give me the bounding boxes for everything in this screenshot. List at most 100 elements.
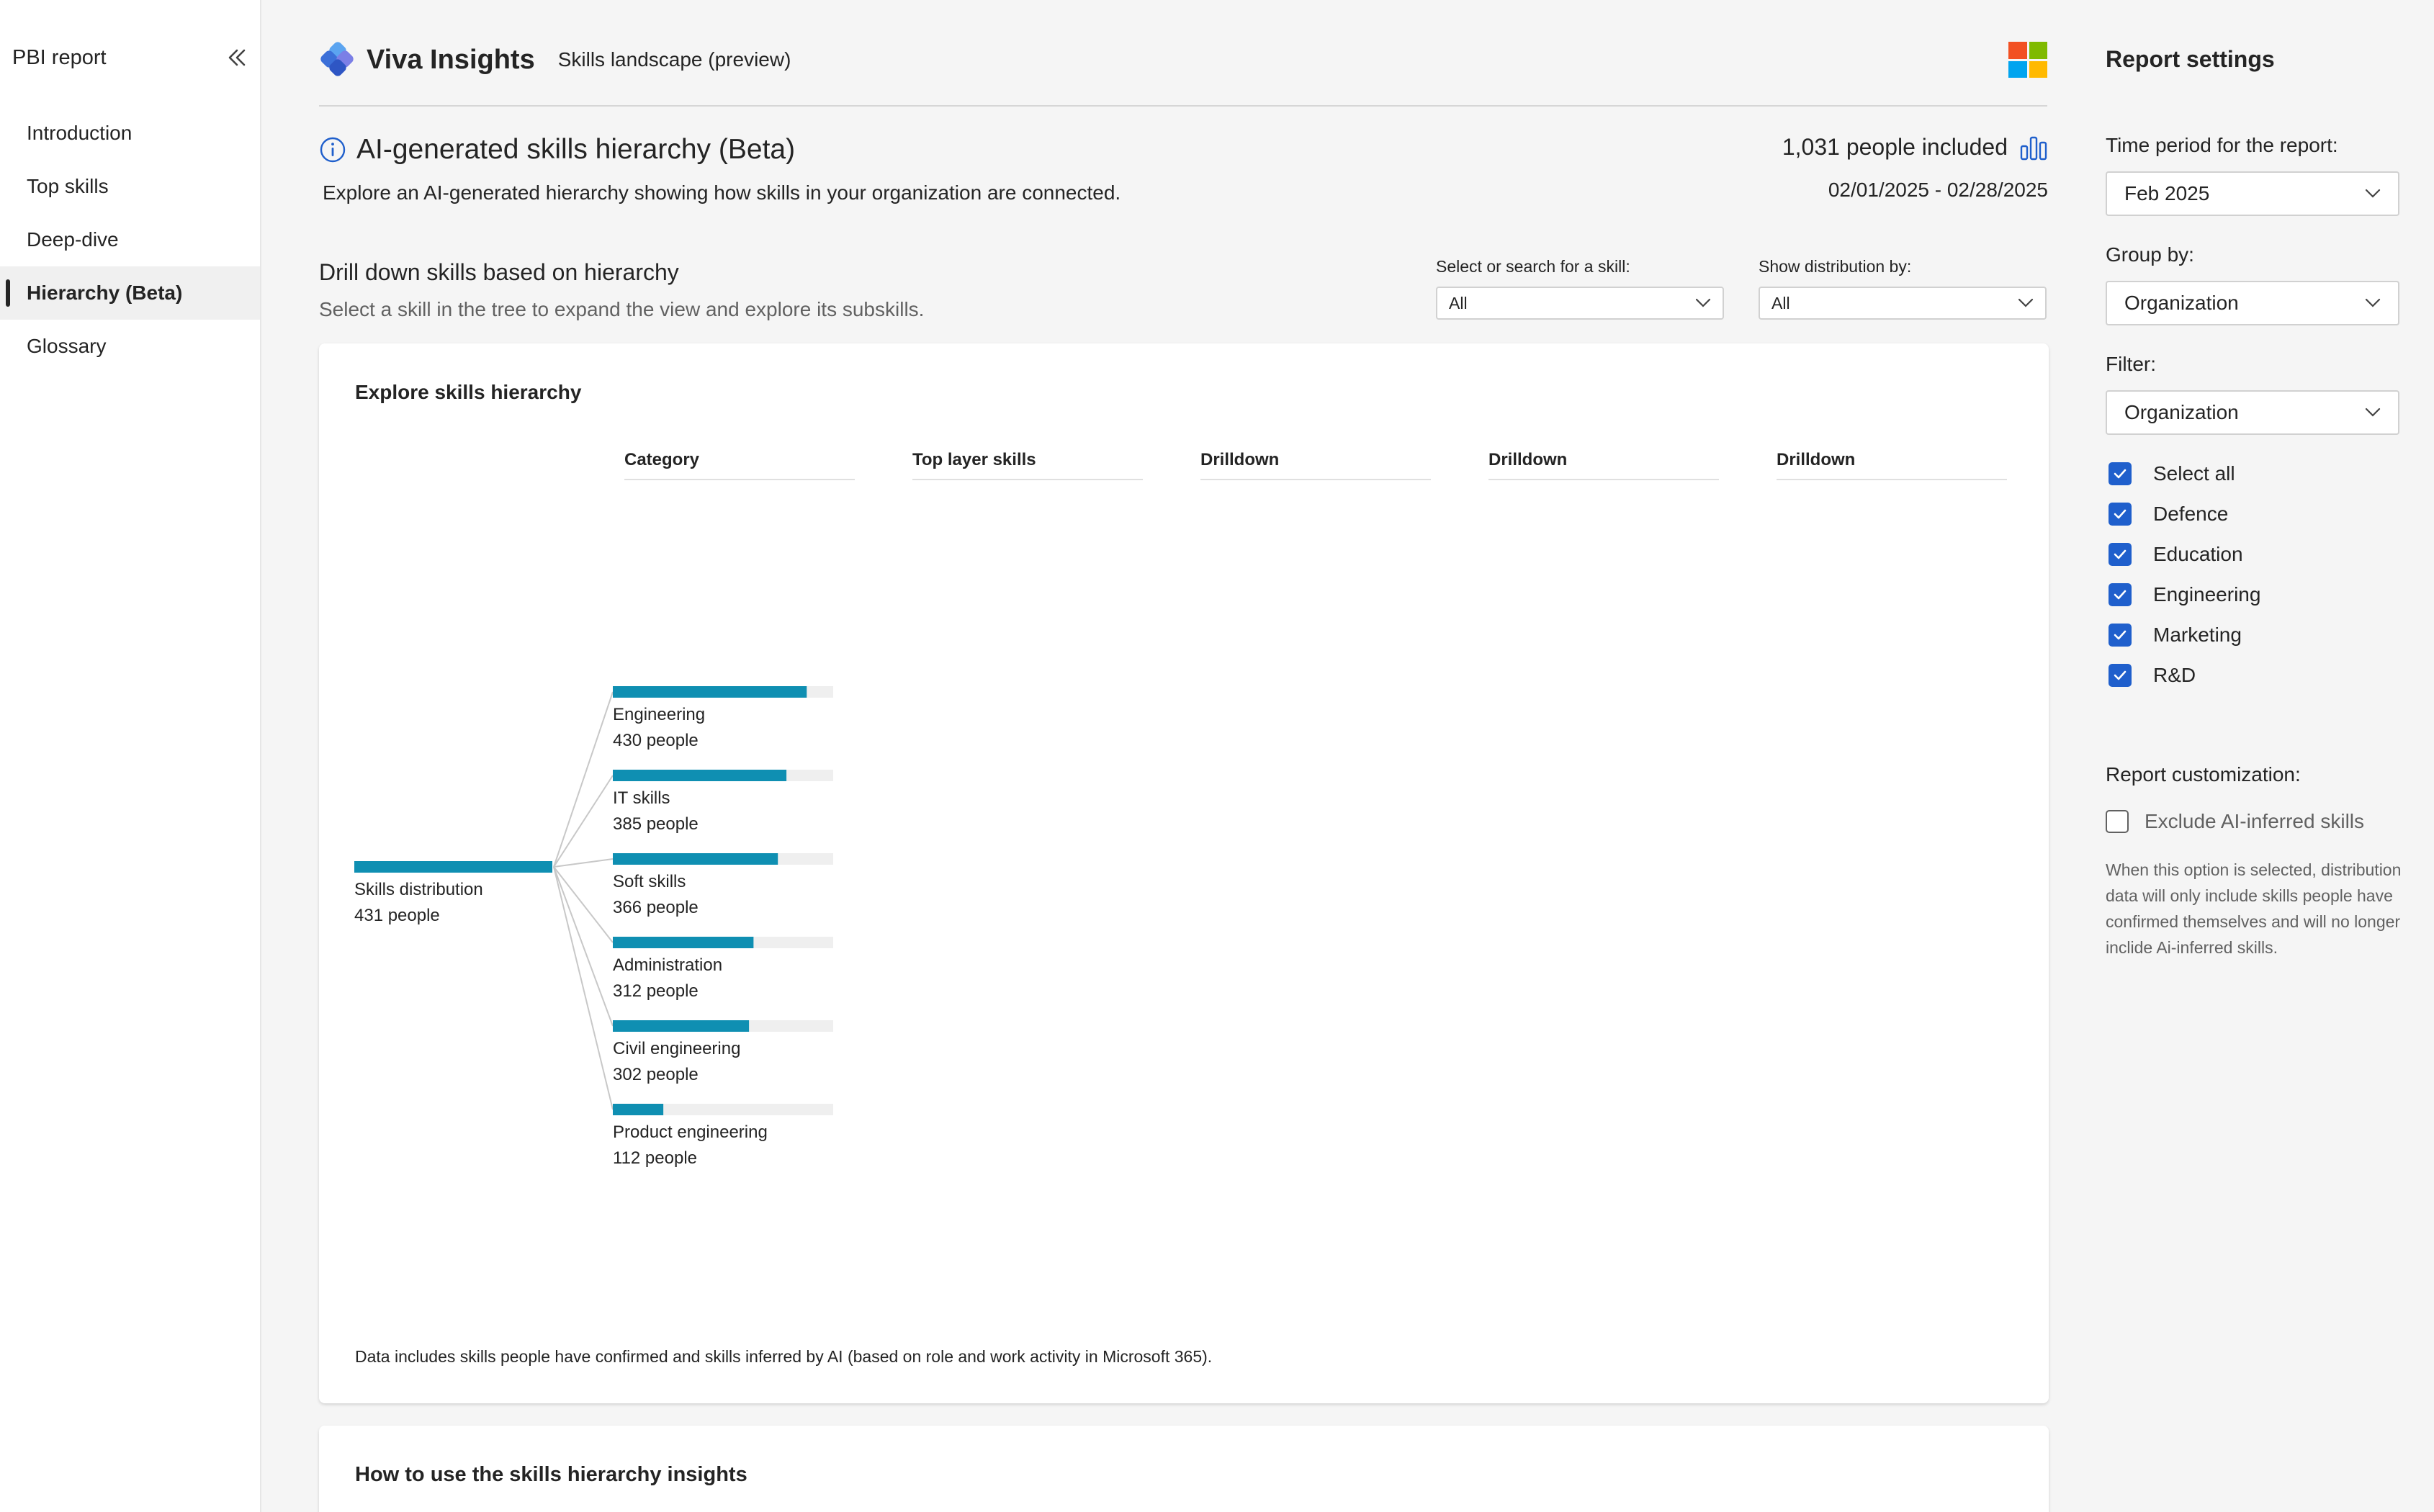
group-by-value: Organization (2124, 292, 2239, 314)
time-period-label: Time period for the report: (2106, 134, 2338, 156)
filter-option-label: Engineering (2153, 583, 2261, 606)
page-title-row: AI-generated skills hierarchy (Beta) (319, 134, 795, 166)
category-count: 430 people (613, 731, 699, 750)
people-count: 1,031 people included (1782, 134, 2048, 161)
filter-option-education[interactable]: Education (2109, 543, 2243, 566)
filter-dropdown[interactable]: Organization (2106, 390, 2399, 435)
drill-title: Drill down skills based on hierarchy (319, 259, 679, 285)
header-subtitle: Skills landscape (preview) (557, 48, 791, 71)
filter-option-label: Select all (2153, 462, 2235, 485)
date-range: 02/01/2025 - 02/28/2025 (1828, 179, 2048, 201)
nav-item-label: Hierarchy (Beta) (27, 282, 183, 304)
distribution-select-value: All (1771, 293, 1790, 312)
nav-item-hierarchy[interactable]: Hierarchy (Beta) (0, 266, 260, 320)
filter-option-label: Education (2153, 543, 2243, 565)
exclude-ai-inferred-label: Exclude AI-inferred skills (2145, 810, 2365, 832)
category-bar[interactable] (613, 853, 778, 865)
distribution-select-label: Show distribution by: (1759, 257, 1912, 276)
skill-select-value: All (1449, 293, 1468, 312)
people-count-text: 1,031 people included (1782, 134, 2008, 160)
checkbox-checked-icon[interactable] (2109, 503, 2132, 526)
skill-select-dropdown[interactable]: All (1436, 287, 1724, 320)
category-name: Civil engineering (613, 1039, 741, 1058)
chevron-down-icon (2018, 298, 2034, 307)
skill-select-group: Select or search for a skill: All (1436, 257, 1724, 320)
explore-footnote: Data includes skills people have confirm… (355, 1347, 1213, 1366)
customization-description: When this option is selected, distributi… (2106, 860, 2402, 957)
microsoft-logo-icon (2008, 42, 2047, 78)
category-name: Product engineering (613, 1122, 768, 1142)
chevron-down-icon (2365, 298, 2381, 307)
report-settings-panel: Report settings Time period for the repo… (2106, 0, 2434, 1512)
root-node-name: Skills distribution (354, 880, 483, 899)
exclude-ai-inferred-option[interactable]: Exclude AI-inferred skills (2106, 810, 2364, 833)
checkbox-checked-icon[interactable] (2109, 583, 2132, 606)
nav-header: PBI report (12, 43, 250, 72)
brand-name: Viva Insights (367, 44, 535, 75)
filter-option-select-all[interactable]: Select all (2109, 462, 2235, 485)
brand: Viva Insights Skills landscape (preview) (319, 42, 791, 78)
nav-list: Introduction Top skills Deep-dive Hierar… (0, 107, 260, 373)
time-period-value: Feb 2025 (2124, 182, 2210, 204)
nav-item-label: Top skills (27, 175, 109, 197)
app-header: Viva Insights Skills landscape (preview) (319, 35, 2047, 107)
filter-option-defence[interactable]: Defence (2109, 503, 2228, 526)
category-bar[interactable] (613, 770, 787, 781)
settings-title: Report settings (2106, 46, 2275, 72)
checkbox-checked-icon[interactable] (2109, 462, 2132, 485)
nav-item-glossary[interactable]: Glossary (0, 320, 260, 373)
filter-option-label: Marketing (2153, 624, 2242, 646)
category-bar[interactable] (613, 937, 754, 948)
group-by-dropdown[interactable]: Organization (2106, 281, 2399, 325)
filter-option-marketing[interactable]: Marketing (2109, 624, 2242, 647)
category-name: IT skills (613, 788, 670, 808)
root-bar[interactable] (354, 861, 552, 873)
bar-chart-icon[interactable] (2019, 135, 2048, 161)
tree-connector-line (553, 866, 614, 1110)
filter-option-rnd[interactable]: R&D (2109, 664, 2196, 687)
category-count: 112 people (613, 1148, 697, 1168)
hierarchy-tree-chart (354, 686, 833, 1115)
viva-insights-logo-icon (320, 42, 354, 76)
checkbox-checked-icon[interactable] (2109, 664, 2132, 687)
explore-hierarchy-card: Explore skills hierarchy Category Top la… (319, 343, 2049, 1403)
nav-item-label: Glossary (27, 335, 107, 357)
filter-option-engineering[interactable]: Engineering (2109, 583, 2260, 606)
filter-option-label: R&D (2153, 664, 2196, 686)
checkbox-unchecked-icon[interactable] (2106, 810, 2129, 833)
chevron-down-icon (2365, 189, 2381, 198)
tree-connector-line (553, 858, 614, 868)
time-period-dropdown[interactable]: Feb 2025 (2106, 171, 2399, 216)
category-bar[interactable] (613, 1020, 750, 1032)
category-bar[interactable] (613, 686, 807, 698)
nav-item-top-skills[interactable]: Top skills (0, 160, 260, 213)
collapse-double-chevron-icon[interactable] (224, 45, 250, 71)
customization-label: Report customization: (2106, 763, 2301, 786)
root-node-count: 431 people (354, 906, 440, 925)
checkbox-checked-icon[interactable] (2109, 624, 2132, 647)
page-description: Explore an AI-generated hierarchy showin… (323, 181, 1121, 204)
chevron-down-icon (2365, 408, 2381, 417)
checkbox-checked-icon[interactable] (2109, 543, 2132, 566)
filter-option-label: Defence (2153, 503, 2229, 525)
category-count: 312 people (613, 981, 699, 1001)
filter-label: Filter: (2106, 353, 2156, 375)
tree-connector-line (553, 691, 614, 868)
nav-item-label: Introduction (27, 122, 133, 144)
tree-connector-line (553, 775, 614, 868)
tree-connector-line (553, 866, 614, 1027)
category-bar[interactable] (613, 1104, 664, 1115)
category-name: Engineering (613, 705, 706, 724)
how-to-card: How to use the skills hierarchy insights (319, 1426, 2049, 1512)
nav-item-label: Deep-dive (27, 228, 119, 251)
skill-select-label: Select or search for a skill: (1436, 257, 1630, 276)
category-count: 366 people (613, 898, 699, 917)
nav-item-deep-dive[interactable]: Deep-dive (0, 213, 260, 266)
info-icon[interactable] (319, 136, 346, 163)
distribution-select-group: Show distribution by: All (1759, 257, 2047, 320)
distribution-select-dropdown[interactable]: All (1759, 287, 2047, 320)
how-to-title: How to use the skills hierarchy insights (355, 1463, 747, 1486)
category-count: 302 people (613, 1065, 699, 1084)
page-title: AI-generated skills hierarchy (Beta) (356, 134, 796, 165)
nav-item-introduction[interactable]: Introduction (0, 107, 260, 160)
